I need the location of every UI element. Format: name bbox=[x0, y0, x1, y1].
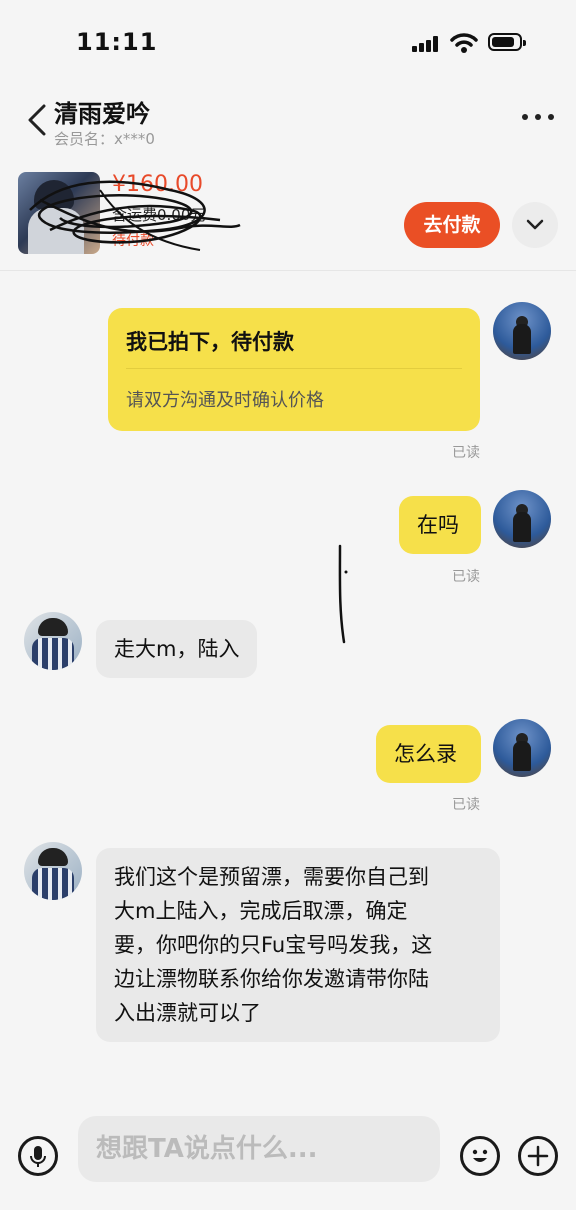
read-receipt: 已读 bbox=[452, 445, 480, 461]
chat-header: 清雨爱吟 会员名：x***0 ¥160.00 含运费0.00元 待付款 去付款 bbox=[0, 80, 576, 271]
signal-icon bbox=[412, 36, 442, 52]
message-bubble-me[interactable]: 怎么录 bbox=[376, 725, 481, 783]
message-input[interactable]: 想跟TA说点什么... bbox=[78, 1116, 440, 1182]
more-icon[interactable] bbox=[520, 110, 556, 124]
message-bubble-me[interactable]: 在吗 bbox=[399, 496, 481, 554]
pay-button[interactable]: 去付款 bbox=[404, 202, 500, 248]
pen-stroke bbox=[338, 544, 348, 644]
emoji-icon[interactable] bbox=[460, 1136, 500, 1176]
redaction-scribble bbox=[29, 180, 241, 251]
read-receipt: 已读 bbox=[452, 569, 480, 585]
wifi-icon bbox=[450, 33, 478, 53]
read-receipt: 已读 bbox=[452, 797, 480, 813]
status-time: 11:11 bbox=[76, 28, 158, 56]
divider bbox=[126, 368, 462, 369]
message-bubble-them[interactable]: 我们这个是预留漂，需要你自己到 大m上陆入，完成后取漂，确定 要，你吧你的只Fu… bbox=[96, 848, 500, 1042]
message-line: 我们这个是预留漂，需要你自己到 bbox=[114, 865, 429, 889]
status-bar: 11:11 bbox=[0, 0, 576, 80]
microphone-icon[interactable] bbox=[18, 1136, 58, 1176]
my-avatar[interactable] bbox=[493, 719, 551, 777]
back-arrow-icon[interactable] bbox=[24, 102, 52, 138]
my-avatar[interactable] bbox=[493, 302, 551, 360]
message-line: 边让漂物联系你给你发邀请带你陆 bbox=[114, 967, 429, 991]
order-card-subtitle: 请双方沟通及时确认价格 bbox=[126, 390, 324, 411]
member-name: 会员名：x***0 bbox=[54, 130, 155, 148]
my-avatar[interactable] bbox=[493, 490, 551, 548]
input-bar: 想跟TA说点什么... bbox=[0, 1100, 576, 1210]
contact-avatar[interactable] bbox=[24, 612, 82, 670]
chevron-down-icon[interactable] bbox=[512, 202, 558, 248]
message-bubble-them[interactable]: 走大m，陆入 bbox=[96, 620, 258, 678]
battery-icon bbox=[488, 33, 526, 51]
order-status-card[interactable]: 我已拍下，待付款 请双方沟通及时确认价格 bbox=[108, 308, 480, 431]
message-line: 入出漂就可以了 bbox=[114, 1001, 261, 1025]
message-line: 大m上陆入，完成后取漂，确定 bbox=[114, 899, 408, 923]
plus-icon[interactable] bbox=[518, 1136, 558, 1176]
message-line: 要，你吧你的只Fu宝号吗发我，这 bbox=[114, 933, 433, 957]
contact-avatar[interactable] bbox=[24, 842, 82, 900]
contact-name: 清雨爱吟 bbox=[54, 100, 150, 128]
order-card-title: 我已拍下，待付款 bbox=[126, 330, 294, 354]
